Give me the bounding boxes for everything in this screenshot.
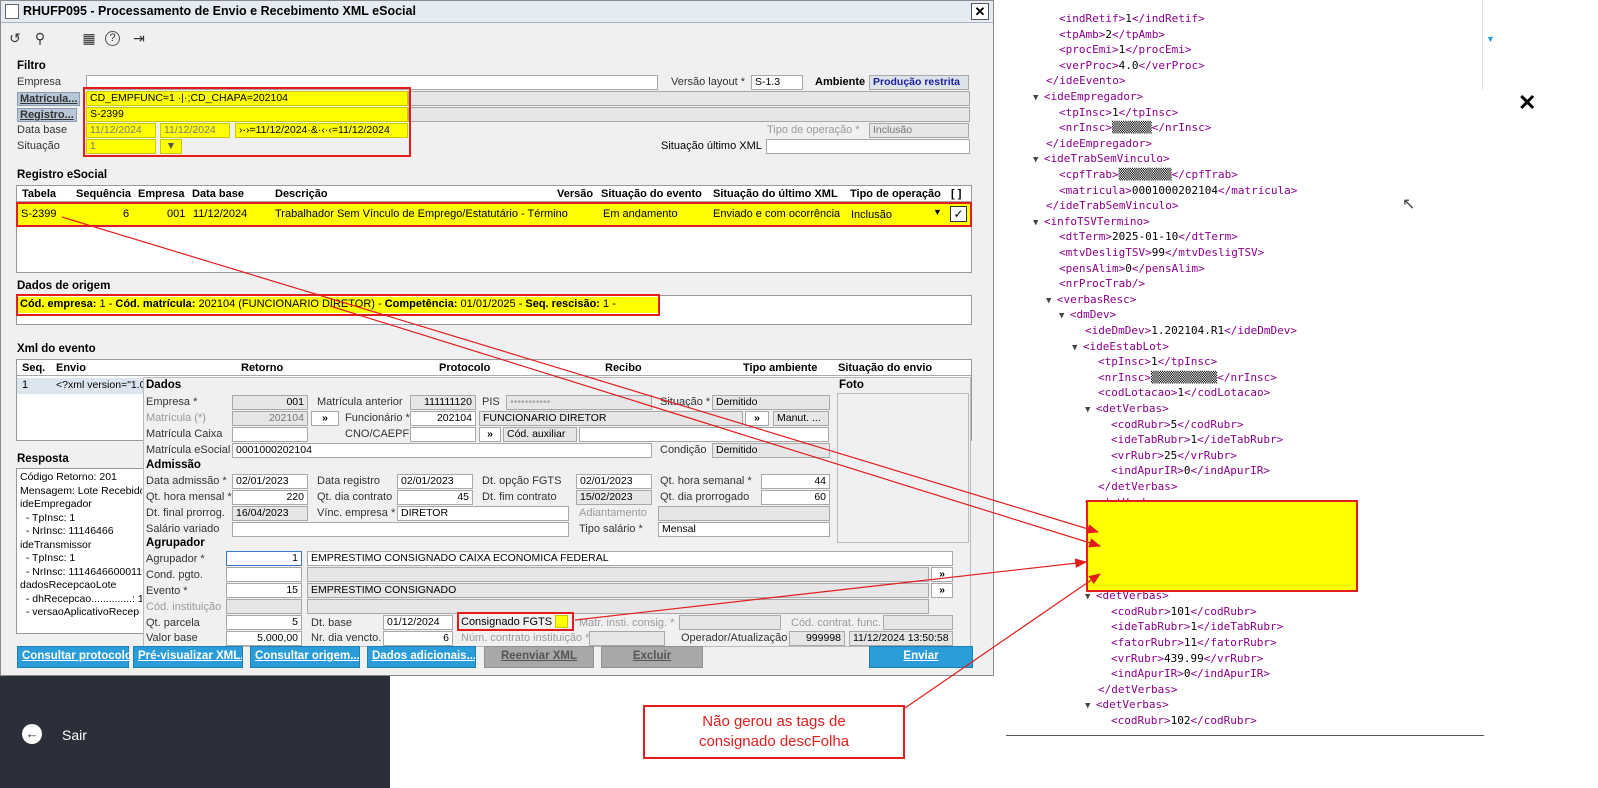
arrow-origem-to-xml [329, 305, 1102, 548]
arrow-callout-to-xml [904, 573, 1101, 709]
arrow-row-to-xml [61, 216, 1100, 534]
annotation-arrows [61, 216, 1102, 709]
arrow-consig-to-xml [574, 558, 1088, 621]
